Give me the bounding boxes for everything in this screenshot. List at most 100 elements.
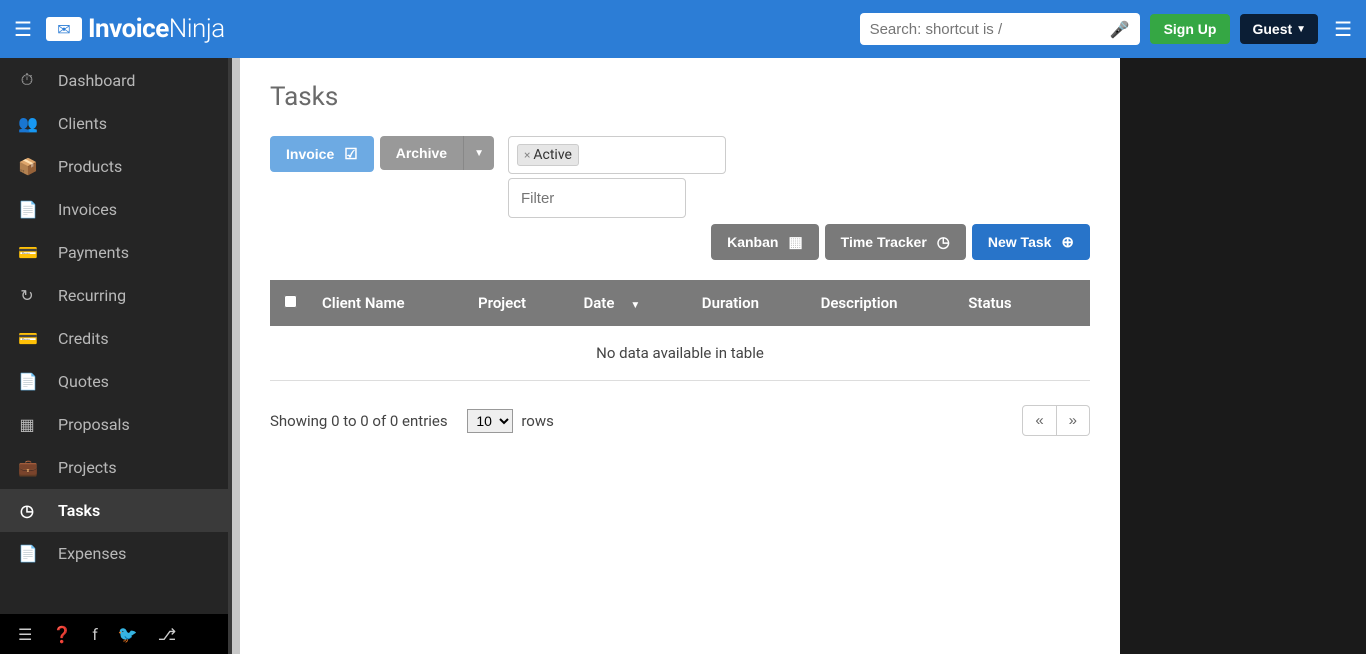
kanban-icon: ▦: [788, 233, 802, 251]
new-task-label: New Task: [988, 234, 1052, 250]
header-left: ☰ ✉ InvoiceNinja: [14, 14, 225, 44]
archive-button[interactable]: Archive: [380, 136, 463, 170]
column-client-name[interactable]: Client Name: [310, 280, 466, 326]
kanban-button[interactable]: Kanban ▦: [711, 224, 819, 260]
pagination: « »: [1022, 405, 1090, 436]
dashboard-icon: ⏱: [18, 70, 36, 90]
clock-icon: ◷: [937, 233, 950, 251]
tag-label: Active: [533, 147, 572, 163]
refresh-icon: ↻: [18, 286, 36, 305]
microphone-icon[interactable]: 🎤: [1110, 20, 1130, 39]
showing-info: Showing 0 to 0 of 0 entries 10 rows: [270, 409, 554, 433]
search-input[interactable]: [870, 21, 1110, 38]
table-header-row: Client Name Project Date▼ Duration Descr…: [270, 280, 1090, 326]
box-icon: 📦: [18, 157, 36, 176]
archive-button-group: Archive ▼: [380, 136, 494, 170]
users-icon: 👥: [18, 114, 36, 133]
showing-text: Showing 0 to 0 of 0 entries: [270, 412, 448, 430]
check-square-icon: ☑: [344, 145, 357, 163]
sidebar-item-credits[interactable]: 💳 Credits: [0, 317, 228, 360]
status-filter[interactable]: × Active: [508, 136, 726, 174]
page-prev-button[interactable]: «: [1022, 405, 1056, 436]
content: Tasks Invoice ☑ Archive ▼ × Active: [240, 58, 1120, 654]
card-icon: 💳: [18, 329, 36, 348]
header: ☰ ✉ InvoiceNinja 🎤 Sign Up Guest ▼ ☰: [0, 0, 1366, 58]
guest-button[interactable]: Guest ▼: [1240, 14, 1318, 44]
sidebar-item-tasks[interactable]: ◷ Tasks: [0, 489, 228, 532]
sidebar-item-recurring[interactable]: ↻ Recurring: [0, 274, 228, 317]
github-icon[interactable]: ⎇: [158, 625, 176, 644]
sidebar-item-label: Projects: [58, 458, 117, 477]
page-title: Tasks: [270, 82, 1090, 112]
scrollbar[interactable]: [232, 58, 240, 654]
time-tracker-button[interactable]: Time Tracker ◷: [825, 224, 966, 260]
sidebar-item-dashboard[interactable]: ⏱ Dashboard: [0, 58, 228, 102]
help-icon[interactable]: ❓: [52, 625, 72, 644]
sidebar-item-expenses[interactable]: 📄 Expenses: [0, 532, 228, 575]
file-icon: 📄: [18, 544, 36, 563]
select-all-header[interactable]: [270, 280, 310, 326]
archive-dropdown-button[interactable]: ▼: [463, 136, 494, 170]
sidebar-item-products[interactable]: 📦 Products: [0, 145, 228, 188]
twitter-icon[interactable]: 🐦: [118, 625, 138, 644]
sidebar-item-label: Expenses: [58, 544, 126, 563]
sidebar-item-label: Clients: [58, 114, 107, 133]
column-project[interactable]: Project: [466, 280, 571, 326]
caret-down-icon: ▼: [1296, 24, 1306, 35]
facebook-icon[interactable]: f: [92, 625, 98, 644]
time-tracker-label: Time Tracker: [841, 234, 927, 250]
sidebar-item-label: Payments: [58, 243, 129, 262]
signup-button[interactable]: Sign Up: [1150, 14, 1231, 44]
rows-per-page-select[interactable]: 10: [467, 409, 513, 433]
sidebar-footer: ☰ ❓ f 🐦 ⎇: [0, 614, 228, 654]
status-tag-active: × Active: [517, 144, 579, 166]
menu-icon[interactable]: ☰: [14, 17, 32, 41]
filter-area: × Active: [508, 136, 726, 218]
sidebar-item-payments[interactable]: 💳 Payments: [0, 231, 228, 274]
file-icon: 📄: [18, 372, 36, 391]
sidebar: ⏱ Dashboard 👥 Clients 📦 Products 📄 Invoi…: [0, 58, 232, 654]
sidebar-scroll[interactable]: ⏱ Dashboard 👥 Clients 📦 Products 📄 Invoi…: [0, 58, 228, 614]
filter-input[interactable]: [508, 178, 686, 218]
clock-icon: ◷: [18, 501, 36, 520]
list-icon[interactable]: ☰: [18, 625, 32, 644]
invoice-button[interactable]: Invoice ☑: [270, 136, 374, 172]
search-box[interactable]: 🎤: [860, 13, 1140, 45]
select-all-checkbox[interactable]: [284, 295, 297, 308]
column-description[interactable]: Description: [809, 280, 957, 326]
sidebar-item-label: Dashboard: [58, 71, 135, 90]
toolbar-right: Kanban ▦ Time Tracker ◷ New Task ⊕: [711, 224, 1090, 260]
column-actions: [1055, 280, 1090, 326]
tag-remove-icon[interactable]: ×: [524, 148, 530, 162]
table-footer: Showing 0 to 0 of 0 entries 10 rows « »: [270, 405, 1090, 436]
column-duration[interactable]: Duration: [690, 280, 809, 326]
sort-desc-icon: ▼: [630, 300, 640, 311]
page-next-button[interactable]: »: [1057, 405, 1090, 436]
grid-icon: ▦: [18, 415, 36, 434]
sidebar-item-invoices[interactable]: 📄 Invoices: [0, 188, 228, 231]
sidebar-item-label: Invoices: [58, 200, 117, 219]
sidebar-item-label: Recurring: [58, 286, 126, 305]
menu-right-icon[interactable]: ☰: [1334, 17, 1352, 41]
toolbar: Invoice ☑ Archive ▼ × Active: [270, 136, 1090, 260]
column-date[interactable]: Date▼: [571, 280, 689, 326]
sidebar-item-projects[interactable]: 💼 Projects: [0, 446, 228, 489]
tasks-table: Client Name Project Date▼ Duration Descr…: [270, 280, 1090, 381]
plus-circle-icon: ⊕: [1061, 233, 1074, 251]
column-status[interactable]: Status: [956, 280, 1055, 326]
sidebar-item-label: Credits: [58, 329, 109, 348]
main: Tasks Invoice ☑ Archive ▼ × Active: [232, 58, 1366, 654]
sidebar-item-label: Proposals: [58, 415, 130, 434]
logo[interactable]: ✉ InvoiceNinja: [46, 14, 225, 44]
new-task-button[interactable]: New Task ⊕: [972, 224, 1090, 260]
briefcase-icon: 💼: [18, 458, 36, 477]
sidebar-item-quotes[interactable]: 📄 Quotes: [0, 360, 228, 403]
sidebar-item-clients[interactable]: 👥 Clients: [0, 102, 228, 145]
sidebar-item-proposals[interactable]: ▦ Proposals: [0, 403, 228, 446]
no-data-message: No data available in table: [270, 326, 1090, 381]
logo-envelope-icon: ✉: [46, 17, 82, 41]
guest-label: Guest: [1252, 21, 1292, 37]
sidebar-item-label: Products: [58, 157, 122, 176]
sidebar-item-label: Tasks: [58, 501, 100, 520]
file-icon: 📄: [18, 200, 36, 219]
